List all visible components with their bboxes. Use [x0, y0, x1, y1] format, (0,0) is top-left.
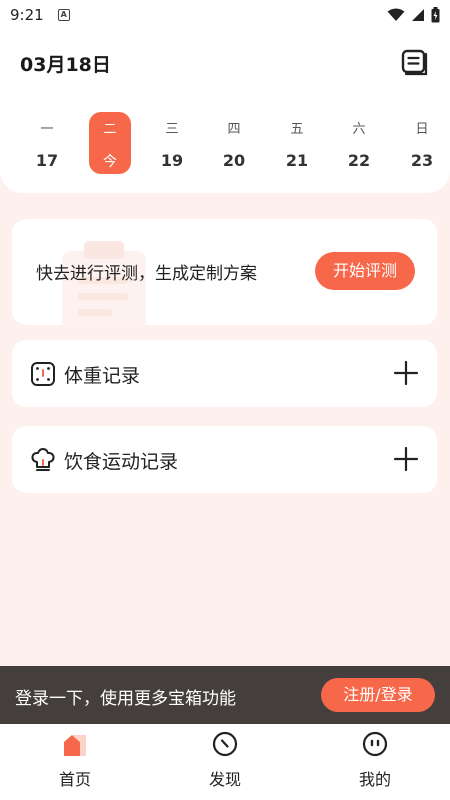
battery-icon [431, 7, 440, 23]
add-diet-icon[interactable] [393, 446, 419, 472]
day-weekday: 六 [352, 122, 366, 137]
day-number: 22 [347, 151, 371, 170]
diet-record-label: 饮食运动记录 [64, 451, 179, 473]
day-weekday: 三 [165, 122, 179, 137]
day-item[interactable]: 六 22 [337, 112, 381, 174]
evaluation-prompt: 快去进行评测，生成定制方案 [36, 264, 257, 284]
home-icon [64, 735, 86, 756]
day-number: 17 [35, 151, 59, 170]
compass-icon [212, 731, 238, 757]
nav-mine-label: 我的 [358, 770, 391, 789]
day-item[interactable]: 三 19 [150, 112, 194, 174]
status-icons [387, 7, 440, 23]
register-login-button[interactable]: 注册/登录 [321, 678, 435, 712]
nav-mine[interactable]: 我的 [325, 724, 425, 800]
weight-record-card[interactable]: 体重记录 [12, 340, 437, 407]
day-item[interactable]: 五 21 [275, 112, 319, 174]
day-number: 19 [160, 151, 184, 170]
status-bar: 9:21 A [0, 0, 450, 30]
day-item[interactable]: 一 17 [25, 112, 69, 174]
page-title: 03月18日 [20, 54, 111, 76]
signal-icon [412, 9, 424, 21]
day-number: 今 [103, 154, 117, 170]
weight-record-label: 体重记录 [64, 365, 141, 387]
day-weekday: 二 [103, 122, 117, 137]
calendar-panel: 03月18日 一 17 二 今 三 19 四 20 五 21 六 22 日 23 [0, 30, 450, 193]
profile-face-icon [362, 731, 388, 757]
scale-icon [31, 362, 55, 386]
nav-home[interactable]: 首页 [25, 724, 125, 800]
evaluation-card: 快去进行评测，生成定制方案 开始评测 [12, 219, 437, 325]
day-number: 21 [285, 151, 309, 170]
day-item[interactable]: 四 20 [212, 112, 256, 174]
day-weekday: 五 [290, 122, 304, 137]
day-item[interactable]: 日 23 [400, 112, 444, 174]
login-prompt-text: 登录一下，使用更多宝箱功能 [15, 689, 236, 709]
login-prompt-bar: 登录一下，使用更多宝箱功能 注册/登录 [0, 666, 450, 724]
day-weekday: 一 [40, 122, 54, 137]
day-item-today[interactable]: 二 今 [89, 112, 131, 174]
nav-discover[interactable]: 发现 [175, 724, 275, 800]
chef-hat-icon [31, 448, 55, 471]
nav-discover-label: 发现 [208, 770, 241, 789]
start-evaluation-button[interactable]: 开始评测 [315, 252, 415, 290]
add-weight-icon[interactable] [393, 360, 419, 386]
bottom-nav: 首页 发现 我的 [0, 724, 450, 800]
week-strip: 一 17 二 今 三 19 四 20 五 21 六 22 日 23 [0, 112, 450, 176]
day-weekday: 四 [227, 122, 241, 137]
wifi-icon [387, 8, 405, 21]
day-number: 23 [410, 151, 434, 170]
status-time: 9:21 [10, 6, 44, 24]
notification-a-icon: A [57, 9, 70, 21]
day-weekday: 日 [415, 122, 429, 137]
day-number: 20 [222, 151, 246, 170]
calendar-list-icon[interactable] [400, 48, 428, 76]
nav-home-label: 首页 [58, 770, 91, 789]
diet-record-card[interactable]: 饮食运动记录 [12, 426, 437, 493]
